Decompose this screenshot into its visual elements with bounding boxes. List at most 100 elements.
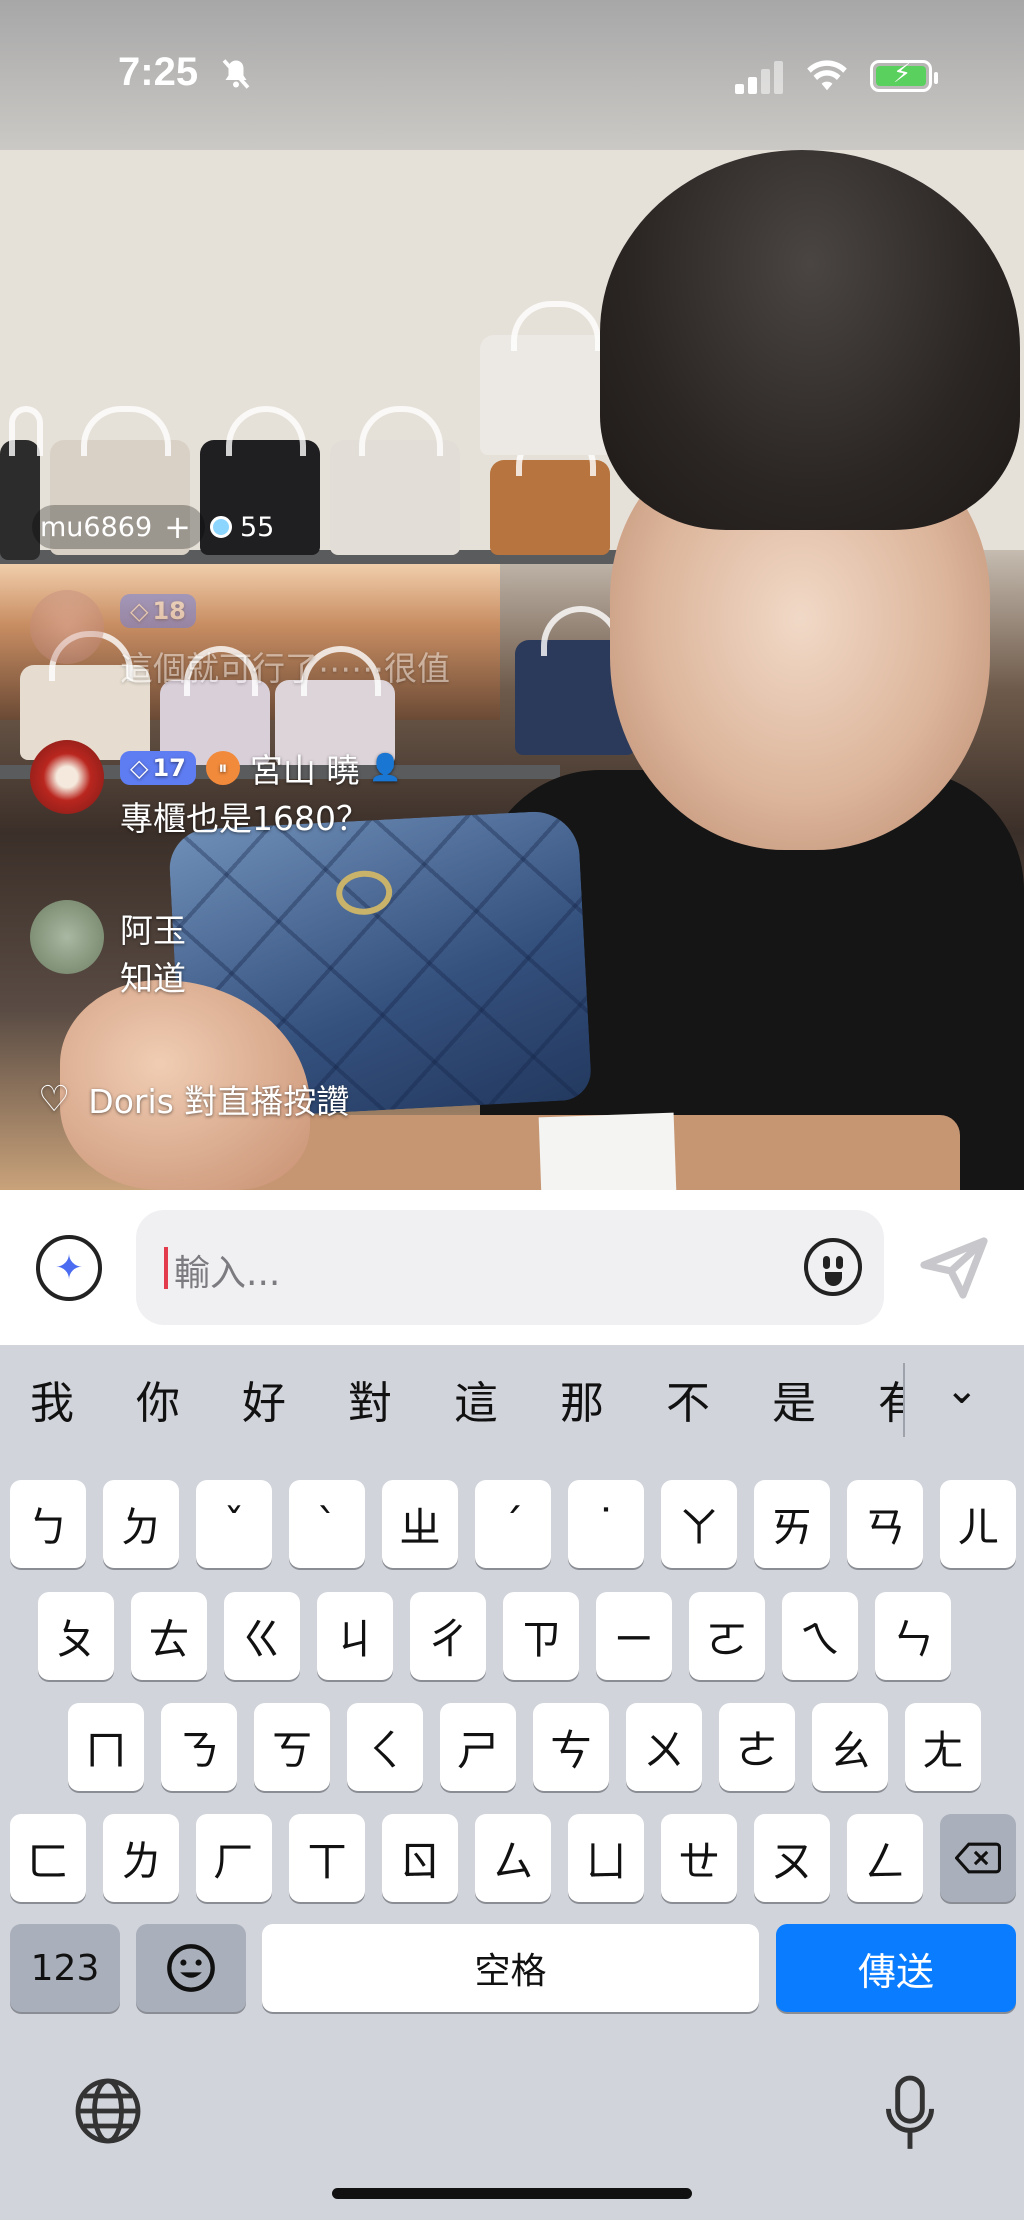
key[interactable]: ㄠ: [812, 1703, 888, 1791]
key[interactable]: ㄎ: [254, 1703, 330, 1791]
commenter-name: 宮山 曉: [249, 751, 360, 790]
candidate-word[interactable]: 那: [560, 1367, 604, 1431]
comment-input-bar: ✦ 輸入...: [0, 1190, 1024, 1345]
candidate-bar: 我 你 好 對 這 那 不 是 有 ⌄: [0, 1345, 1024, 1455]
comment-text: 知道: [120, 959, 186, 998]
key[interactable]: ㄟ: [782, 1592, 858, 1680]
key[interactable]: ㄈ: [10, 1814, 86, 1902]
key[interactable]: ㄅ: [10, 1480, 86, 1568]
wallet-logo: [335, 869, 394, 917]
key[interactable]: ㄙ: [475, 1814, 551, 1902]
key[interactable]: ㄊ: [131, 1592, 207, 1680]
bell-slash-icon: [218, 56, 254, 100]
candidate-word[interactable]: 你: [136, 1367, 180, 1431]
cellular-signal-icon: [735, 60, 787, 94]
key[interactable]: ㄜ: [719, 1703, 795, 1791]
handbag: [0, 406, 44, 560]
key[interactable]: ˇ: [196, 1480, 272, 1568]
key[interactable]: ㄖ: [382, 1814, 458, 1902]
backspace-icon[interactable]: [940, 1814, 1016, 1902]
price-tag: [538, 1112, 677, 1190]
key[interactable]: ㄒ: [289, 1814, 365, 1902]
comment-text: 專櫃也是1680？: [120, 799, 369, 838]
key[interactable]: ㄥ: [847, 1814, 923, 1902]
send-key[interactable]: 傳送: [776, 1924, 1016, 2012]
key[interactable]: ㄋ: [161, 1703, 237, 1791]
viewer-icon: [210, 516, 232, 538]
status-bar: 7:25 ⚡: [0, 0, 1024, 150]
key[interactable]: ˋ: [289, 1480, 365, 1568]
microphone-icon[interactable]: [885, 2075, 935, 2155]
home-indicator[interactable]: [332, 2188, 692, 2199]
key[interactable]: ˊ: [475, 1480, 551, 1568]
key[interactable]: ㄤ: [905, 1703, 981, 1791]
space-key[interactable]: 空格: [262, 1924, 759, 2012]
candidate-word[interactable]: 不: [666, 1367, 710, 1431]
like-notification: ♡ Doris 對直播按讚: [38, 1075, 349, 1123]
viewer-count-value: 55: [240, 511, 275, 543]
candidate-word[interactable]: 好: [242, 1367, 286, 1431]
viewer-count[interactable]: 55: [210, 505, 274, 549]
level-badge: ◇ 18: [120, 594, 196, 628]
candidate-word[interactable]: 對: [348, 1367, 392, 1431]
text-caret: [164, 1247, 168, 1289]
key[interactable]: ㄓ: [382, 1480, 458, 1568]
sparkle-icon[interactable]: ✦: [36, 1235, 102, 1301]
key[interactable]: ㄞ: [754, 1480, 830, 1568]
avatar: [30, 590, 104, 664]
emoji-icon[interactable]: [804, 1238, 862, 1296]
fan-badge-icon: ⏸: [205, 751, 240, 785]
handbag: [480, 301, 620, 455]
key[interactable]: ˙: [568, 1480, 644, 1568]
handbag: [490, 426, 610, 555]
comment-text: 這個就可行了⋯⋯很值: [120, 649, 450, 688]
key[interactable]: ㄍ: [224, 1592, 300, 1680]
key[interactable]: ㄑ: [347, 1703, 423, 1791]
avatar: [30, 740, 104, 814]
key[interactable]: ㄝ: [661, 1814, 737, 1902]
globe-icon[interactable]: [72, 2075, 144, 2162]
clock: 7:25: [118, 50, 199, 94]
candidate-word[interactable]: 有: [878, 1367, 903, 1431]
plus-icon[interactable]: +: [164, 511, 191, 543]
key[interactable]: ㄆ: [38, 1592, 114, 1680]
key[interactable]: ㄦ: [940, 1480, 1016, 1568]
key[interactable]: ㄢ: [847, 1480, 923, 1568]
key[interactable]: ㄏ: [196, 1814, 272, 1902]
key[interactable]: ㄚ: [661, 1480, 737, 1568]
wifi-icon: [805, 56, 849, 101]
key[interactable]: ㄨ: [626, 1703, 702, 1791]
host-username: mu6869: [40, 511, 153, 543]
key[interactable]: ㄣ: [875, 1592, 951, 1680]
key[interactable]: ㄩ: [568, 1814, 644, 1902]
key[interactable]: ㄡ: [754, 1814, 830, 1902]
key[interactable]: ㄉ: [103, 1480, 179, 1568]
key[interactable]: ㄔ: [410, 1592, 486, 1680]
profile-icon: 👤: [369, 753, 402, 783]
comment-input[interactable]: 輸入...: [136, 1210, 884, 1325]
host-pill[interactable]: mu6869 +: [32, 505, 205, 549]
chevron-down-icon[interactable]: ⌄: [945, 1367, 979, 1413]
key[interactable]: ㄐ: [317, 1592, 393, 1680]
key[interactable]: ㄛ: [689, 1592, 765, 1680]
key[interactable]: ㄕ: [440, 1703, 516, 1791]
key[interactable]: ㄧ: [596, 1592, 672, 1680]
key[interactable]: ㄇ: [68, 1703, 144, 1791]
heart-icon: ♡: [38, 1078, 71, 1120]
candidate-word[interactable]: 是: [772, 1367, 816, 1431]
level-badge: ◇ 17: [120, 751, 196, 785]
candidate-divider: [903, 1363, 905, 1437]
candidate-word[interactable]: 這: [454, 1367, 498, 1431]
key[interactable]: ㄌ: [103, 1814, 179, 1902]
avatar: [30, 900, 104, 974]
handbag: [330, 406, 460, 555]
candidate-word[interactable]: 我: [30, 1367, 74, 1431]
numbers-key[interactable]: 123: [10, 1924, 120, 2012]
key[interactable]: ㄗ: [503, 1592, 579, 1680]
key[interactable]: ㄘ: [533, 1703, 609, 1791]
battery-charging-icon: ⚡: [870, 59, 938, 92]
commenter-name: 阿玉: [120, 911, 186, 950]
input-placeholder: 輸入...: [174, 1253, 281, 1294]
emoji-key-icon[interactable]: [136, 1924, 246, 2012]
like-text: Doris 對直播按讚: [88, 1082, 350, 1121]
